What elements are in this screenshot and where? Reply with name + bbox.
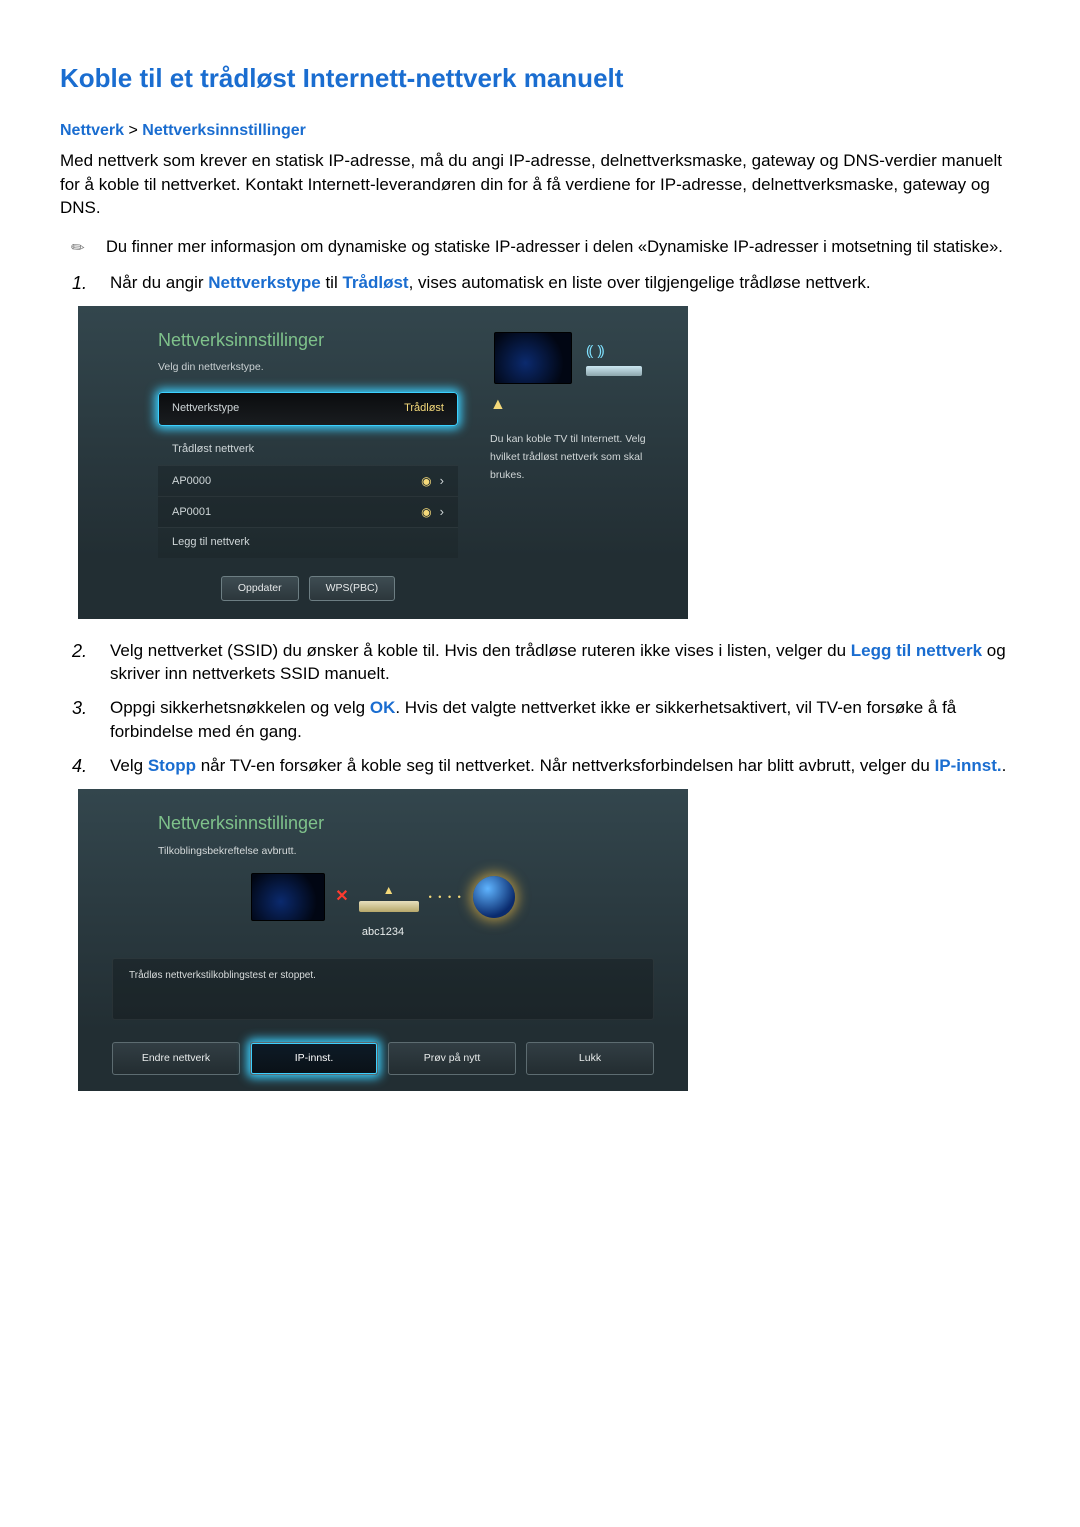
step-number-3: 3.	[72, 696, 92, 744]
close-button[interactable]: Lukk	[526, 1042, 654, 1075]
retry-button[interactable]: Prøv på nytt	[388, 1042, 516, 1075]
page-title: Koble til et trådløst Internett-nettverk…	[60, 60, 1020, 96]
status-message: Trådløs nettverkstilkoblingstest er stop…	[112, 958, 654, 1020]
signal-left-icon: ((	[586, 341, 591, 361]
add-network-item[interactable]: Legg til nettverk	[158, 527, 458, 557]
ip-settings-button[interactable]: IP-innst.	[250, 1042, 378, 1075]
help-text: Du kan koble TV til Internett. Velg hvil…	[490, 431, 662, 485]
tv-icon	[251, 873, 325, 921]
intro-text: Med nettverk som krever en statisk IP-ad…	[60, 149, 1020, 220]
breadcrumb: Nettverk > Nettverksinnstillinger	[60, 120, 1020, 142]
connection-diagram: ✕ ▲ • • • •	[158, 873, 608, 921]
tvui-subtitle: Velg din nettverkstype.	[158, 360, 458, 375]
chevron-right-icon: ›	[440, 503, 444, 521]
step-1-text: Når du angir Nettverkstype til Trådløst,…	[110, 271, 1020, 296]
tvui2-subtitle: Tilkoblingsbekreftelse avbrutt.	[158, 844, 608, 859]
tv-ui-connection-aborted: Nettverksinnstillinger Tilkoblingsbekref…	[78, 789, 688, 1091]
wifi-item-label: AP0000	[172, 474, 413, 489]
network-type-value: Trådløst	[404, 401, 444, 416]
router-icon	[359, 901, 419, 912]
tvui2-title: Nettverksinnstillinger	[158, 811, 608, 836]
step-number-2: 2.	[72, 639, 92, 687]
tv-ui-network-settings: Nettverksinnstillinger Velg din nettverk…	[78, 306, 688, 618]
tv-preview-icon	[494, 332, 572, 384]
change-network-button[interactable]: Endre nettverk	[112, 1042, 240, 1075]
step-3-text: Oppgi sikkerhetsnøkkelen og velg OK. Hvi…	[110, 696, 1020, 744]
router-icon	[586, 366, 642, 376]
breadcrumb-a: Nettverk	[60, 122, 124, 139]
chevron-right-icon: ›	[440, 472, 444, 490]
note-row: ✎ Du finner mer informasjon om dynamiske…	[60, 236, 1020, 259]
step-number-4: 4.	[72, 754, 92, 779]
breadcrumb-b: Nettverksinnstillinger	[142, 122, 306, 139]
x-mark-icon: ✕	[335, 886, 348, 908]
ssid-label: abc1234	[158, 925, 608, 940]
network-type-field[interactable]: Nettverkstype Trådløst	[158, 392, 458, 425]
refresh-button[interactable]: Oppdater	[221, 576, 299, 601]
note-text: Du finner mer informasjon om dynamiske o…	[106, 236, 1020, 259]
step-number-1: 1.	[72, 271, 92, 296]
signal-right-icon: ))	[597, 341, 602, 361]
wps-button[interactable]: WPS(PBC)	[309, 576, 396, 601]
step-4-text: Velg Stopp når TV-en forsøker å koble se…	[110, 754, 1020, 779]
step-2-text: Velg nettverket (SSID) du ønsker å koble…	[110, 639, 1020, 687]
dots-icon: • • • •	[429, 891, 463, 904]
network-type-label: Nettverkstype	[172, 401, 239, 416]
wireless-section-label: Trådløst nettverk	[158, 440, 458, 465]
wifi-item-ap0001[interactable]: AP0001 ◉ ›	[158, 496, 458, 527]
pencil-icon: ✎	[67, 233, 96, 262]
wifi-lock-icon: ◉	[421, 473, 431, 490]
wifi-signal-icon: ▲	[490, 394, 662, 416]
wifi-lock-icon: ◉	[421, 504, 431, 521]
wifi-icon: ▲	[383, 882, 395, 899]
tvui-title: Nettverksinnstillinger	[158, 328, 458, 353]
wifi-item-label: AP0001	[172, 505, 413, 520]
wifi-item-ap0000[interactable]: AP0000 ◉ ›	[158, 465, 458, 496]
globe-icon	[473, 876, 515, 918]
breadcrumb-sep: >	[128, 122, 137, 139]
